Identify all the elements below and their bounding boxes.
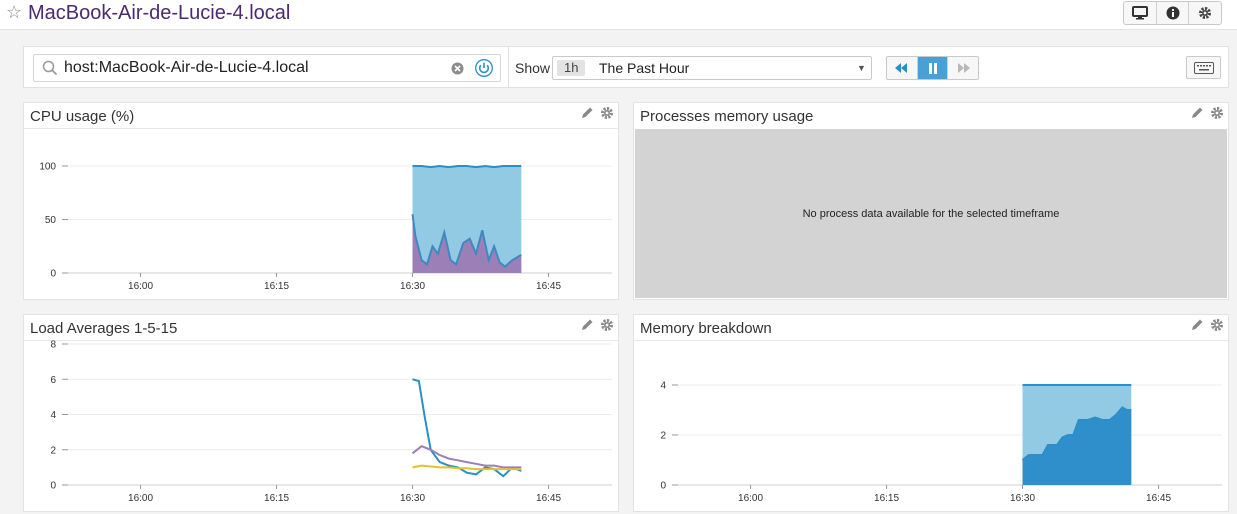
pencil-icon[interactable] [1190,106,1204,120]
show-label: Show [515,60,551,76]
series-line [412,164,522,169]
widget-load-averages: Load Averages 1-5-15 0 2 4 6 8 16:00 16:15 16:3… [23,314,619,512]
timeframe-select[interactable]: 1h The Past Hour ▼ [552,56,872,80]
pause-button[interactable] [917,57,949,79]
x-tick-label: 16:30 [400,281,425,292]
y-tick-label: 0 [660,481,666,492]
clear-icon[interactable] [451,62,464,75]
y-tick-label: 100 [39,162,56,173]
settings-button[interactable] [1189,2,1221,24]
widget-tools [1190,106,1224,120]
widget-cpu-usage: CPU usage (%) 0 50 100 16:00 16:15 16:30 16:45 [23,102,619,300]
x-tick-label: 16:45 [536,281,561,292]
fast-forward-icon [957,63,970,73]
x-tick-label: 16:15 [264,281,289,292]
rewind-button[interactable] [887,57,918,79]
fast-forward-button[interactable] [948,57,978,79]
search-input[interactable]: host:MacBook-Air-de-Lucie-4.local [33,54,501,82]
empty-state-message: No process data available for the select… [802,207,1060,220]
y-tick-label: 4 [50,410,56,421]
timeframe-badge: 1h [557,60,586,76]
timeframe-value: The Past Hour [599,60,690,76]
header-button-group [1123,1,1222,25]
y-tick-label: 0 [50,269,56,280]
query-bar: host:MacBook-Air-de-Lucie-4.local Show 1… [23,46,1229,88]
bar-divider [508,47,509,88]
power-icon[interactable] [475,59,493,77]
empty-state: No process data available for the select… [635,129,1227,298]
search-value: host:MacBook-Air-de-Lucie-4.local [64,59,309,76]
x-tick-label: 16:45 [536,493,561,504]
playback-controls [886,56,979,80]
x-tick-label: 16:30 [400,493,425,504]
info-icon [1166,6,1179,20]
load-chart: 0 2 4 6 8 16:00 16:15 16:30 16:45 [50,340,612,504]
y-tick-label: 50 [45,215,57,226]
x-tick-label: 16:30 [1010,493,1035,504]
x-tick-label: 16:00 [128,281,153,292]
gear-icon[interactable] [1210,106,1224,120]
rewind-icon [895,63,908,73]
gear-icon [1199,7,1212,19]
keyboard-shortcuts-button[interactable] [1186,56,1221,79]
widget-memory-breakdown: Memory breakdown 0 2 4 16:00 16:15 16:30 16:45 [633,314,1229,512]
search-icon [42,60,58,76]
page-title: MacBook-Air-de-Lucie-4.local [28,2,291,24]
x-tick-label: 16:15 [264,493,289,504]
monitor-icon [1131,6,1148,20]
memory-chart: 0 2 4 16:00 16:15 16:30 16:45 [660,381,1222,504]
pause-icon [928,62,937,74]
y-tick-label: 4 [660,381,666,392]
cpu-chart: 0 50 100 16:00 16:15 16:30 16:45 [39,162,612,292]
widget-processes-memory: Processes memory usage No process data a… [633,102,1229,300]
widget-title: Processes memory usage [640,108,814,125]
x-tick-label: 16:15 [874,493,899,504]
x-tick-label: 16:00 [128,493,153,504]
page-header: ☆ MacBook-Air-de-Lucie-4.local [0,0,1237,30]
star-icon[interactable]: ☆ [6,2,22,23]
caret-down-icon: ▼ [857,63,866,73]
y-tick-label: 2 [660,431,666,442]
x-tick-label: 16:45 [1146,493,1171,504]
y-tick-label: 6 [50,375,56,386]
x-tick-label: 16:00 [738,493,763,504]
y-tick-label: 2 [50,445,56,456]
keyboard-icon [1193,61,1214,74]
y-tick-label: 0 [50,481,56,492]
tv-mode-button[interactable] [1124,2,1157,24]
y-tick-label: 8 [50,340,56,351]
info-button[interactable] [1157,2,1190,24]
